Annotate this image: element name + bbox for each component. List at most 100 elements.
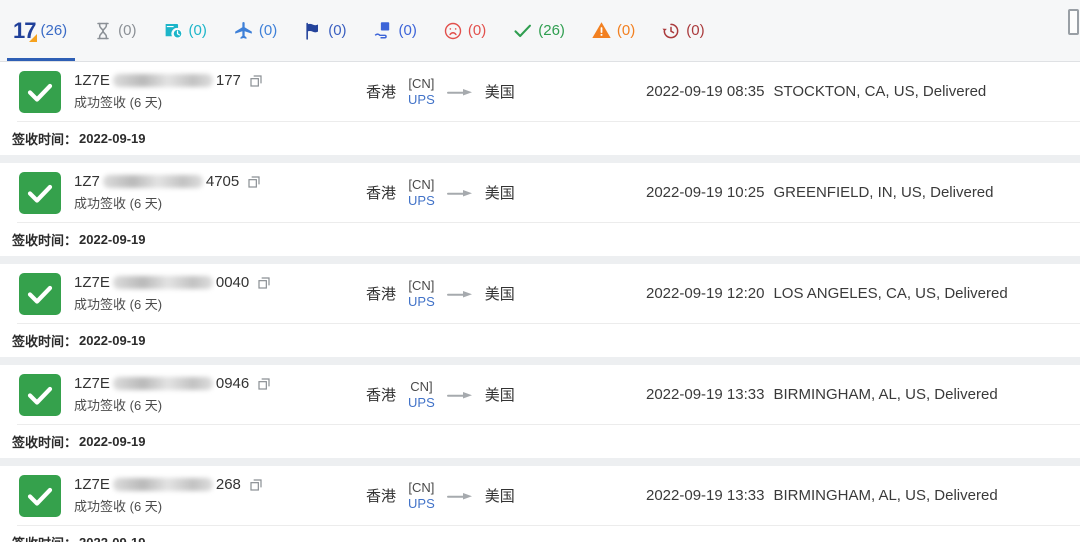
tracking-info: 1Z7E0040 成功签收 (6 天)	[74, 274, 342, 313]
origin-label: 香港	[366, 384, 396, 405]
destination-label: 美国	[485, 81, 515, 102]
carrier-country-label: CN]	[410, 379, 432, 395]
tab-pickup[interactable]: (0)	[233, 0, 277, 61]
signed-time-label: 签收时间：	[12, 129, 77, 148]
signed-time-row: 签收时间： 2022-09-19	[0, 424, 1080, 458]
carrier-link[interactable]: UPS	[408, 294, 435, 310]
destination-label: 美国	[485, 384, 515, 405]
route-arrow-icon	[447, 86, 473, 98]
carrier-country-label: [CN]	[408, 177, 434, 193]
tab-count: (0)	[686, 22, 704, 39]
signed-time-row: 签收时间： 2022-09-19	[0, 121, 1080, 155]
tracking-number-prefix: 1Z7E	[74, 476, 110, 493]
tracking-number-prefix: 1Z7E	[74, 72, 110, 89]
copy-icon[interactable]	[256, 376, 272, 392]
tab-in-transit[interactable]: (0)	[163, 0, 207, 61]
tracking-number-suffix: 4705	[206, 173, 239, 190]
tracking-number-suffix: 0040	[216, 274, 249, 291]
delivered-check-icon	[19, 475, 61, 517]
sad-face-icon	[443, 21, 463, 41]
hand-package-icon	[373, 20, 394, 41]
tab-not-found[interactable]: (0)	[93, 0, 136, 61]
signed-time-date: 2022-09-19	[79, 232, 146, 247]
shipment-card: 1Z7E0040 成功签收 (6 天) 香港 [CN] UPS 美国	[0, 264, 1080, 357]
tab-out-for-delivery[interactable]: (0)	[373, 0, 417, 61]
tracking-info: 1Z7E 177 成功签收 (6 天)	[74, 72, 342, 111]
latest-event: 2022-09-19 10:25 GREENFIELD, IN, US, Del…	[622, 184, 1080, 201]
latest-event: 2022-09-19 08:35 STOCKTON, CA, US, Deliv…	[622, 83, 1080, 100]
masked-number-blur	[113, 276, 213, 289]
plane-icon	[233, 20, 254, 41]
shipment-card-main: 1Z74705 成功签收 (6 天) 香港 [CN] UPS 美国	[0, 163, 1080, 222]
delivered-check-icon	[19, 273, 61, 315]
shipment-card-main: 1Z7E0946 成功签收 (6 天) 香港 CN] UPS 美国	[0, 365, 1080, 424]
history-icon	[661, 21, 681, 41]
route: 香港 [CN] UPS 美国	[342, 480, 622, 511]
copy-icon[interactable]	[248, 477, 264, 493]
event-description: BIRMINGHAM, AL, US, Delivered	[773, 386, 997, 403]
status-text: 成功签收 (6 天)	[74, 193, 342, 212]
event-description: STOCKTON, CA, US, Delivered	[773, 83, 986, 100]
destination-label: 美国	[485, 485, 515, 506]
tab-exception[interactable]: (0)	[591, 0, 635, 61]
status-text: 成功签收 (6 天)	[74, 92, 342, 111]
carrier-link[interactable]: UPS	[408, 92, 435, 108]
event-time: 2022-09-19 13:33	[646, 386, 764, 403]
tab-arrival[interactable]: (0)	[303, 0, 346, 61]
carrier-link[interactable]: UPS	[408, 193, 435, 209]
tab-delivered[interactable]: (26)	[512, 0, 565, 61]
tab-delivery-failed[interactable]: (0)	[443, 0, 486, 61]
signed-time-row: 签收时间： 2022-09-19	[0, 525, 1080, 542]
shipment-card: 1Z7E 177 成功签收 (6 天) 香港 [CN] UPS 美国	[0, 62, 1080, 155]
event-time: 2022-09-19 10:25	[646, 184, 764, 201]
warning-icon	[591, 20, 612, 41]
shipment-card-main: 1Z7E 177 成功签收 (6 天) 香港 [CN] UPS 美国	[0, 62, 1080, 121]
route: 香港 [CN] UPS 美国	[342, 76, 622, 107]
carrier-stack: [CN] UPS	[408, 480, 435, 511]
copy-icon[interactable]	[248, 73, 264, 89]
tab-expired[interactable]: (0)	[661, 0, 704, 61]
masked-number-blur	[103, 175, 203, 188]
tab-count: (26)	[538, 22, 565, 39]
tab-count: (0)	[399, 22, 417, 39]
tracking-number-suffix: 177	[216, 72, 241, 89]
tab-all[interactable]: 17 (26)	[13, 0, 67, 61]
origin-label: 香港	[366, 81, 396, 102]
status-text: 成功签收 (6 天)	[74, 496, 342, 515]
hourglass-icon	[93, 21, 113, 41]
tracking-number-suffix: 268	[216, 476, 241, 493]
carrier-link[interactable]: UPS	[408, 496, 435, 512]
route: 香港 [CN] UPS 美国	[342, 278, 622, 309]
destination-label: 美国	[485, 283, 515, 304]
carrier-link[interactable]: UPS	[408, 395, 435, 411]
status-text: 成功签收 (6 天)	[74, 395, 342, 414]
event-description: BIRMINGHAM, AL, US, Delivered	[773, 487, 997, 504]
carrier-stack: [CN] UPS	[408, 76, 435, 107]
shipment-card: 1Z7E 268 成功签收 (6 天) 香港 [CN] UPS 美国	[0, 466, 1080, 542]
tab-count: (0)	[259, 22, 277, 39]
event-description: LOS ANGELES, CA, US, Delivered	[773, 285, 1007, 302]
status-text: 成功签收 (6 天)	[74, 294, 342, 313]
tracking-number-prefix: 1Z7E	[74, 375, 110, 392]
tab-count: (0)	[118, 22, 136, 39]
signed-time-label: 签收时间：	[12, 432, 77, 451]
signed-time-row: 签收时间： 2022-09-19	[0, 323, 1080, 357]
tab-count: (0)	[189, 22, 207, 39]
route: 香港 [CN] UPS 美国	[342, 177, 622, 208]
carrier-country-label: [CN]	[408, 480, 434, 496]
carrier-country-label: [CN]	[408, 76, 434, 92]
copy-icon[interactable]	[256, 275, 272, 291]
copy-icon[interactable]	[246, 174, 262, 190]
signed-time-date: 2022-09-19	[79, 434, 146, 449]
flag-icon	[303, 21, 323, 41]
signed-time-date: 2022-09-19	[79, 535, 146, 542]
shipment-card-main: 1Z7E 268 成功签收 (6 天) 香港 [CN] UPS 美国	[0, 466, 1080, 525]
shipment-card: 1Z7E0946 成功签收 (6 天) 香港 CN] UPS 美国	[0, 365, 1080, 458]
scrollbar-thumb[interactable]	[1068, 9, 1079, 35]
route-arrow-icon	[447, 389, 473, 401]
tracking-info: 1Z74705 成功签收 (6 天)	[74, 173, 342, 212]
signed-time-label: 签收时间：	[12, 331, 77, 350]
route-arrow-icon	[447, 490, 473, 502]
carrier-stack: CN] UPS	[408, 379, 435, 410]
masked-number-blur	[113, 377, 213, 390]
